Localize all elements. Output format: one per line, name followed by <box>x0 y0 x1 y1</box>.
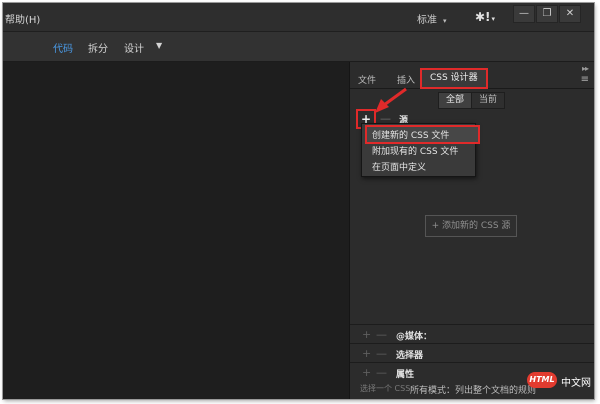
annotation-arrow-line <box>383 87 407 107</box>
app-window: 帮助(H) 标准 ▾ ✱!▾ — ❐ ✕ 代码 拆分 设计 ▼ 文件 插入 CSS… <box>3 3 594 399</box>
watermark-badge: HTML <box>527 372 557 388</box>
annotation-arrow <box>375 87 407 113</box>
site-watermark: HTML 中文网 <box>527 372 595 392</box>
watermark-text: 中文网 <box>561 378 591 389</box>
